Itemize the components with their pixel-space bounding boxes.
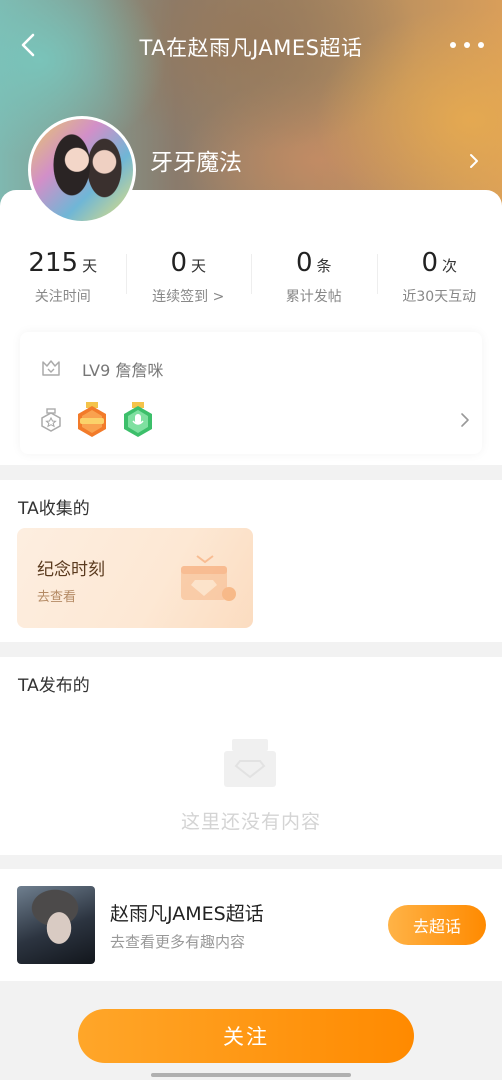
empty-box-icon bbox=[224, 739, 276, 787]
more-options-icon[interactable] bbox=[450, 32, 484, 58]
stat-unit: 次 bbox=[442, 257, 458, 275]
supertopic-name: 赵雨凡JAMES超话 bbox=[110, 903, 264, 925]
top-nav-bar: TA在赵雨凡JAMES超话 bbox=[0, 20, 502, 72]
page-title: TA在赵雨凡JAMES超话 bbox=[139, 36, 363, 60]
stat-value: 0 bbox=[421, 248, 439, 278]
lv-medal-orange-icon bbox=[78, 402, 106, 437]
stats-row: 215 天 关注时间 0天 连续签到 > 0条 累计发帖 0次 近30天互动 bbox=[0, 248, 502, 318]
mic-medal-green-icon bbox=[124, 402, 152, 437]
stat-label: 连续签到 > bbox=[152, 289, 225, 305]
section-title: TA发布的 bbox=[18, 676, 90, 696]
go-to-supertopic-button[interactable]: 去超话 bbox=[388, 905, 486, 945]
supertopic-section[interactable]: 赵雨凡JAMES超话 去查看更多有趣内容 去超话 bbox=[0, 869, 502, 981]
stat-checkin-streak[interactable]: 0天 连续签到 > bbox=[125, 248, 252, 318]
username[interactable]: 牙牙魔法 bbox=[150, 143, 242, 177]
level-row: LV9 詹詹咪 bbox=[40, 358, 163, 380]
medal-icon bbox=[41, 408, 61, 432]
posts-section: TA发布的 这里还没有内容 bbox=[0, 657, 502, 855]
stat-unit: 天 bbox=[82, 257, 98, 275]
stat-unit: 天 bbox=[191, 257, 207, 275]
badge-row[interactable] bbox=[40, 400, 470, 440]
supertopic-subtitle: 去查看更多有趣内容 bbox=[110, 933, 246, 951]
card-subtitle: 去查看 bbox=[37, 590, 77, 605]
stat-label: 累计发帖 bbox=[285, 289, 342, 305]
stat-value: 0 bbox=[295, 248, 313, 278]
stat-unit: 条 bbox=[316, 257, 332, 275]
home-indicator bbox=[151, 1073, 351, 1077]
collected-section: TA收集的 纪念时刻 去查看 bbox=[0, 480, 502, 642]
stat-value: 0 bbox=[170, 248, 188, 278]
stat-follow-time: 215 天 关注时间 bbox=[0, 248, 126, 318]
crown-shield-icon bbox=[42, 360, 60, 376]
card-title: 纪念时刻 bbox=[37, 560, 105, 580]
back-arrow-icon[interactable] bbox=[14, 30, 44, 60]
stat-interactions: 0次 近30天互动 bbox=[376, 248, 502, 318]
follow-button[interactable]: 关注 bbox=[78, 1009, 414, 1063]
chevron-right-icon bbox=[461, 413, 469, 427]
level-text: LV9 詹詹咪 bbox=[82, 361, 164, 380]
stat-label: 关注时间 bbox=[34, 289, 91, 305]
gift-box-icon bbox=[181, 555, 236, 601]
avatar[interactable] bbox=[28, 116, 136, 224]
memorial-moments-card[interactable]: 纪念时刻 去查看 bbox=[17, 528, 253, 628]
profile-card: 215 天 关注时间 0天 连续签到 > 0条 累计发帖 0次 近30天互动 LV… bbox=[0, 190, 502, 465]
empty-state-text: 这里还没有内容 bbox=[180, 811, 321, 833]
stat-label: 近30天互动 bbox=[402, 289, 477, 305]
stat-total-posts: 0条 累计发帖 bbox=[251, 248, 377, 318]
level-badge-panel: LV9 詹詹咪 bbox=[20, 332, 482, 454]
supertopic-thumbnail bbox=[17, 886, 95, 964]
section-title: TA收集的 bbox=[18, 499, 90, 519]
chevron-right-icon[interactable] bbox=[468, 152, 480, 170]
stat-value: 215 bbox=[28, 248, 79, 278]
